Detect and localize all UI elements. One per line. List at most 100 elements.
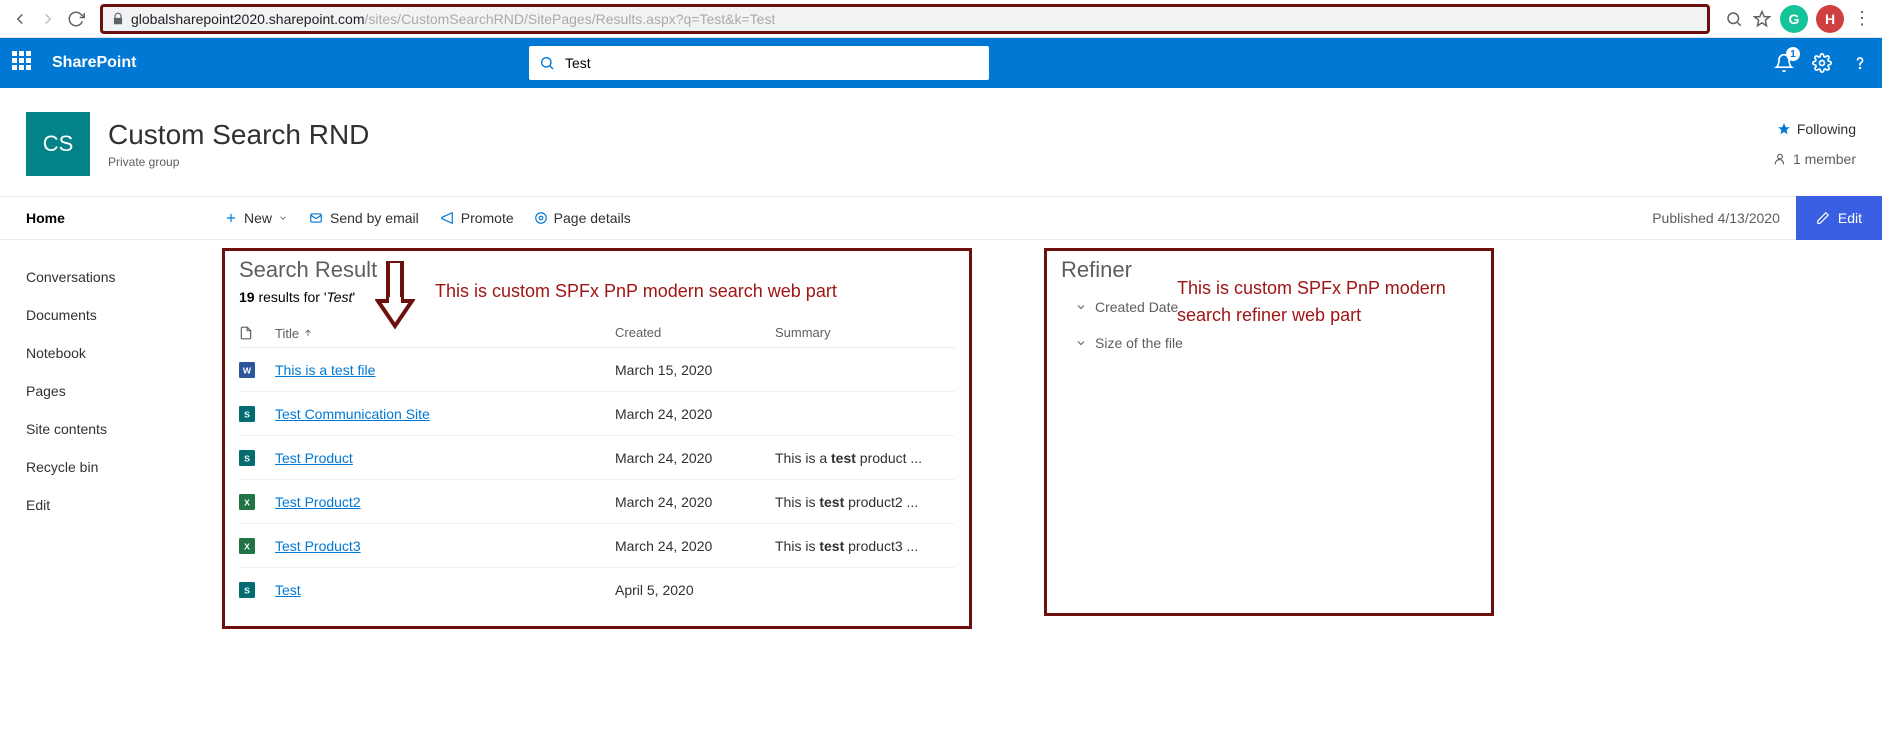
sort-asc-icon xyxy=(303,328,313,338)
nav-item-conversations[interactable]: Conversations xyxy=(26,258,200,296)
back-button[interactable] xyxy=(6,5,34,33)
file-type-icon: S xyxy=(239,582,275,598)
suite-search[interactable] xyxy=(529,46,989,80)
search-results-panel: Search Result 19 results for 'Test' This… xyxy=(222,248,972,629)
chevron-down-icon xyxy=(1075,337,1087,349)
forward-button[interactable] xyxy=(34,5,62,33)
result-row: X Test Product3 March 24, 2020This is test… xyxy=(239,524,955,568)
send-email-button[interactable]: Send by email xyxy=(308,210,419,226)
chevron-down-icon xyxy=(1075,301,1087,313)
gear-icon xyxy=(534,211,548,225)
nav-item-documents[interactable]: Documents xyxy=(26,296,200,334)
plus-icon xyxy=(224,211,238,225)
results-header-row: Title Created Summary xyxy=(239,319,955,348)
person-icon xyxy=(1773,152,1787,166)
bookmark-icon[interactable] xyxy=(1748,5,1776,33)
result-created: March 24, 2020 xyxy=(615,406,775,422)
nav-item-notebook[interactable]: Notebook xyxy=(26,334,200,372)
result-created: March 24, 2020 xyxy=(615,450,775,466)
result-summary: This is a test product ... xyxy=(775,450,955,466)
side-nav: ConversationsDocumentsNotebookPagesSite … xyxy=(0,240,200,629)
nav-item-site-contents[interactable]: Site contents xyxy=(26,410,200,448)
annotation-refiner: This is custom SPFx PnP modern search re… xyxy=(1177,275,1487,329)
mail-icon xyxy=(308,211,324,225)
result-summary: This is test product2 ... xyxy=(775,494,955,510)
svg-text:S: S xyxy=(244,585,250,595)
chrome-menu-icon[interactable]: ⋮ xyxy=(1848,5,1876,33)
edit-button[interactable]: Edit xyxy=(1796,196,1882,240)
search-icon xyxy=(539,55,555,71)
nav-current[interactable]: Home xyxy=(0,197,200,239)
url-text: globalsharepoint2020.sharepoint.com/site… xyxy=(131,11,775,27)
result-created: March 24, 2020 xyxy=(615,538,775,554)
new-button[interactable]: New xyxy=(224,210,288,226)
page-details-button[interactable]: Page details xyxy=(534,210,631,226)
following-toggle[interactable]: Following xyxy=(1773,121,1856,137)
file-icon xyxy=(239,325,253,341)
result-link[interactable]: Test Product2 xyxy=(275,494,361,510)
svg-text:W: W xyxy=(243,365,252,375)
result-link[interactable]: Test Communication Site xyxy=(275,406,430,422)
result-summary: This is test product3 ... xyxy=(775,538,955,554)
file-type-icon: X xyxy=(239,538,275,554)
site-title[interactable]: Custom Search RND xyxy=(108,119,369,151)
help-icon[interactable] xyxy=(1850,53,1870,73)
results-title: Search Result xyxy=(239,257,955,283)
grammarly-extension-icon[interactable]: G xyxy=(1780,5,1808,33)
result-row: S Test Product March 24, 2020This is a tes… xyxy=(239,436,955,480)
annotation-arrow-icon xyxy=(375,261,415,331)
refiner-panel: Refiner This is custom SPFx PnP modern s… xyxy=(1044,248,1494,616)
nav-item-edit[interactable]: Edit xyxy=(26,486,200,524)
result-created: March 15, 2020 xyxy=(615,362,775,378)
settings-icon[interactable] xyxy=(1812,53,1832,73)
result-link[interactable]: Test xyxy=(275,582,301,598)
nav-item-pages[interactable]: Pages xyxy=(26,372,200,410)
browser-toolbar: globalsharepoint2020.sharepoint.com/site… xyxy=(0,0,1882,38)
lock-icon xyxy=(111,12,125,26)
address-bar[interactable]: globalsharepoint2020.sharepoint.com/site… xyxy=(100,4,1710,34)
notifications-icon[interactable]: 1 xyxy=(1774,53,1794,73)
site-header: CS Custom Search RND Private group Follo… xyxy=(0,88,1882,196)
app-launcher-icon[interactable] xyxy=(12,51,36,75)
member-count[interactable]: 1 member xyxy=(1773,151,1856,167)
file-type-icon: S xyxy=(239,450,275,466)
col-summary[interactable]: Summary xyxy=(775,325,955,341)
star-icon xyxy=(1777,122,1791,136)
svg-text:S: S xyxy=(244,453,250,463)
file-type-icon: W xyxy=(239,362,275,378)
result-row: X Test Product2 March 24, 2020This is test… xyxy=(239,480,955,524)
promote-button[interactable]: Promote xyxy=(439,210,514,226)
result-row: W This is a test file March 15, 2020 xyxy=(239,348,955,392)
notification-badge: 1 xyxy=(1786,47,1800,61)
svg-text:S: S xyxy=(244,409,250,419)
command-bar: Home New Send by email Promote Page deta… xyxy=(0,196,1882,240)
zoom-icon[interactable] xyxy=(1720,5,1748,33)
result-row: S Test April 5, 2020 xyxy=(239,568,955,612)
annotation-results: This is custom SPFx PnP modern search we… xyxy=(435,281,837,302)
svg-text:X: X xyxy=(244,497,250,507)
col-title[interactable]: Title xyxy=(275,325,615,341)
suite-search-input[interactable] xyxy=(565,55,979,71)
nav-item-recycle-bin[interactable]: Recycle bin xyxy=(26,448,200,486)
pencil-icon xyxy=(1816,211,1830,225)
result-created: April 5, 2020 xyxy=(615,582,775,598)
file-type-icon: X xyxy=(239,494,275,510)
site-subtitle: Private group xyxy=(108,155,369,169)
result-row: S Test Communication Site March 24, 2020 xyxy=(239,392,955,436)
result-link[interactable]: This is a test file xyxy=(275,362,375,378)
refiner-item[interactable]: Size of the file xyxy=(1061,325,1477,361)
col-created[interactable]: Created xyxy=(615,325,775,341)
result-created: March 24, 2020 xyxy=(615,494,775,510)
suite-bar: SharePoint 1 xyxy=(0,38,1882,88)
published-date: Published 4/13/2020 xyxy=(1652,210,1780,226)
chevron-down-icon xyxy=(278,213,288,223)
file-type-icon: S xyxy=(239,406,275,422)
megaphone-icon xyxy=(439,211,455,225)
reload-button[interactable] xyxy=(62,5,90,33)
suite-brand[interactable]: SharePoint xyxy=(52,54,136,72)
result-link[interactable]: Test Product3 xyxy=(275,538,361,554)
result-link[interactable]: Test Product xyxy=(275,450,353,466)
site-logo[interactable]: CS xyxy=(26,112,90,176)
svg-text:X: X xyxy=(244,541,250,551)
profile-avatar-icon[interactable]: H xyxy=(1816,5,1844,33)
